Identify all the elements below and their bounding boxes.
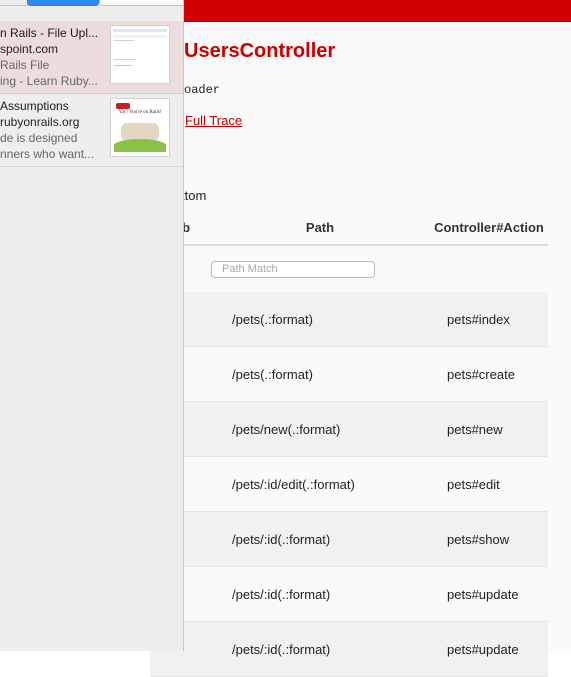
history-entry-domain: rubyonrails.org xyxy=(0,115,80,129)
history-entry-title: Assumptions xyxy=(0,99,69,113)
route-action: pets#show xyxy=(430,511,548,567)
table-row: /pets/:id/edit(.:format) pets#edit xyxy=(150,456,548,512)
view-segmented-control xyxy=(0,0,183,6)
routes-intro-text: ttom xyxy=(181,188,207,203)
route-action: pets#update xyxy=(430,621,548,677)
route-path: /pets(.:format) xyxy=(210,292,430,347)
route-path: /pets/:id(.:format) xyxy=(210,621,430,677)
route-action: pets#index xyxy=(430,292,548,347)
route-action: pets#update xyxy=(430,566,548,622)
table-row: /pets/:id(.:format) pets#show xyxy=(150,511,548,567)
route-path: /pets/:id(.:format) xyxy=(210,566,430,622)
routes-table-header: erb Path Controller#Action xyxy=(150,210,548,246)
history-entry-snippet: de is designed xyxy=(0,131,78,145)
segment-selected[interactable] xyxy=(27,0,99,6)
hill-illustration-icon xyxy=(114,139,166,152)
header-path: Path xyxy=(210,210,430,246)
thumbnail-caption: Yay! You're on Rails! xyxy=(118,110,162,115)
error-title: UsersController xyxy=(184,40,336,62)
full-trace-link[interactable]: Full Trace xyxy=(185,113,242,128)
route-action: pets#edit xyxy=(430,456,548,512)
path-match-input[interactable] xyxy=(211,260,375,278)
table-row: /pets(.:format) pets#index xyxy=(150,292,548,347)
route-path: /pets(.:format) xyxy=(210,346,430,402)
route-path: /pets/:id/edit(.:format) xyxy=(210,456,430,512)
routes-table: erb Path Controller#Action /pets(.:forma… xyxy=(150,210,548,677)
history-entry-snippet: nners who want... xyxy=(0,147,95,161)
history-entry[interactable]: n Rails - File Upl... spoint.com Rails F… xyxy=(0,21,183,94)
search-row xyxy=(150,245,548,292)
history-entry-title: n Rails - File Upl... xyxy=(0,26,99,40)
error-file-line: oader xyxy=(184,83,221,97)
page-thumbnail: Yay! You're on Rails! xyxy=(110,98,170,157)
route-action: pets#new xyxy=(430,401,548,457)
history-entry[interactable]: Assumptions rubyonrails.org de is design… xyxy=(0,94,183,167)
history-entry-snippet: Rails File xyxy=(0,58,50,72)
page-thumbnail xyxy=(110,25,170,84)
history-entry-domain: spoint.com xyxy=(0,42,59,56)
segment-right[interactable] xyxy=(99,0,183,6)
table-row: /pets/new(.:format) pets#new xyxy=(150,401,548,457)
table-row: /pets(.:format) pets#create xyxy=(150,346,548,402)
table-row: /pets/:id(.:format) pets#update xyxy=(150,566,548,622)
table-row: /pets/:id(.:format) pets#update xyxy=(150,621,548,677)
segment-left[interactable] xyxy=(0,0,29,6)
rails-logo-icon xyxy=(116,103,130,109)
history-entry-snippet: ing - Learn Ruby... xyxy=(0,74,98,88)
route-action: pets#create xyxy=(430,346,548,402)
history-overlay-panel: n Rails - File Upl... spoint.com Rails F… xyxy=(0,0,184,651)
header-controller-action: Controller#Action xyxy=(430,210,548,246)
route-path: /pets/new(.:format) xyxy=(210,401,430,457)
route-path: /pets/:id(.:format) xyxy=(210,511,430,567)
